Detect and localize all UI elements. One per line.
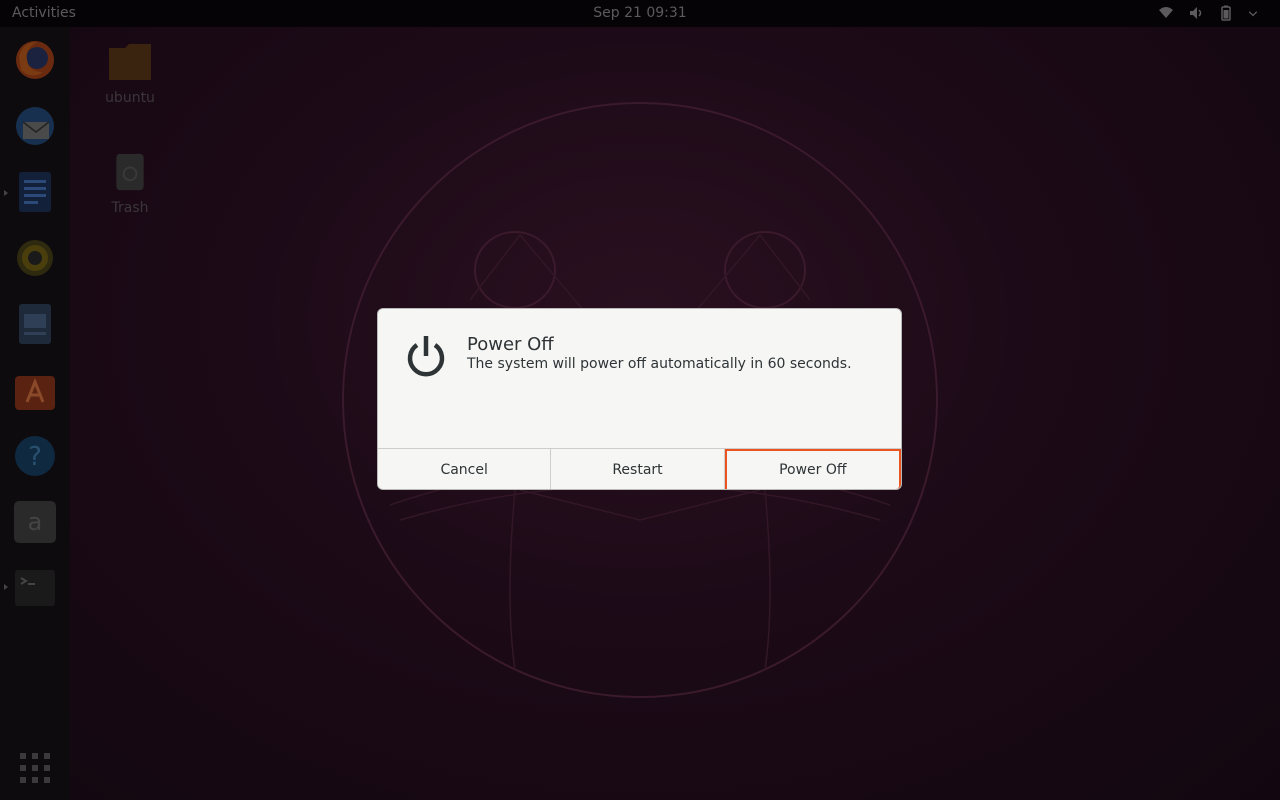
- restart-button[interactable]: Restart: [551, 449, 725, 489]
- top-bar: Activities Sep 21 09:31: [0, 0, 1280, 27]
- trash-icon: [116, 153, 144, 191]
- grid-icon: [20, 753, 50, 783]
- dock-item-writer[interactable]: [12, 169, 58, 215]
- dock-item-software[interactable]: [12, 367, 58, 413]
- system-tray[interactable]: [1158, 5, 1258, 21]
- power-off-dialog: Power Off The system will power off auto…: [377, 308, 902, 490]
- show-applications-button[interactable]: [12, 745, 58, 791]
- desktop-icon-label: ubuntu: [105, 90, 155, 106]
- svg-text:a: a: [28, 508, 43, 536]
- dock-running-indicator: [4, 584, 8, 590]
- dock: ? a: [0, 27, 70, 800]
- volume-icon: [1190, 7, 1202, 19]
- desktop-icon-trash[interactable]: Trash: [98, 152, 162, 216]
- rhythmbox-icon: [17, 240, 53, 276]
- software-center-icon: [15, 376, 55, 410]
- clock[interactable]: Sep 21 09:31: [0, 5, 1280, 21]
- terminal-icon: [15, 570, 55, 606]
- help-icon: ?: [15, 436, 55, 476]
- dock-running-indicator: [4, 190, 8, 196]
- dock-item-firefox[interactable]: [12, 37, 58, 83]
- dialog-title: Power Off: [467, 334, 554, 355]
- battery-icon: [1221, 5, 1231, 21]
- power-icon: [407, 336, 445, 377]
- system-menu-chevron-icon: [1248, 11, 1258, 17]
- document-icon: [19, 304, 51, 344]
- dock-item-help[interactable]: ?: [12, 433, 58, 479]
- dialog-button-row: Cancel Restart Power Off: [378, 448, 901, 489]
- dock-item-rhythmbox[interactable]: [12, 235, 58, 281]
- dialog-message: The system will power off automatically …: [467, 356, 852, 372]
- thunderbird-icon: [16, 107, 54, 145]
- desktop-icon-home[interactable]: ubuntu: [98, 42, 162, 106]
- firefox-icon: [16, 41, 54, 79]
- dock-item-amazon[interactable]: a: [12, 499, 58, 545]
- dock-item-thunderbird[interactable]: [12, 103, 58, 149]
- cancel-button[interactable]: Cancel: [378, 449, 552, 489]
- power-off-button[interactable]: Power Off: [724, 449, 901, 489]
- dock-item-document[interactable]: [12, 301, 58, 347]
- writer-icon: [19, 172, 51, 212]
- amazon-icon: a: [14, 501, 56, 543]
- svg-text:?: ?: [28, 442, 42, 472]
- dock-item-terminal[interactable]: [12, 565, 58, 611]
- network-wifi-icon: [1159, 7, 1173, 18]
- home-folder-icon: [109, 44, 151, 80]
- desktop-icon-label: Trash: [111, 200, 149, 216]
